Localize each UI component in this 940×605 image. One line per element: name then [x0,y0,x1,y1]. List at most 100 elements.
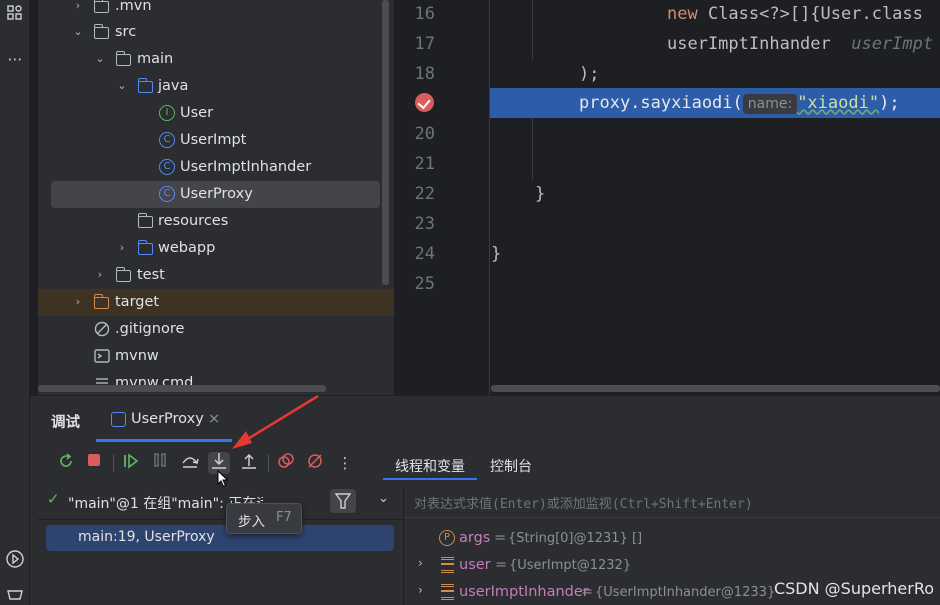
chevron-right-icon[interactable]: › [94,267,106,283]
class-icon: C [159,159,175,175]
variable-name: user [459,557,491,573]
run-config-icon [111,412,126,427]
tree-item-test[interactable]: › test [38,262,394,289]
chevron-right-icon[interactable]: › [116,240,128,256]
chevron-right-icon[interactable]: › [72,0,84,14]
tree-item-label: UserImpt [180,132,247,148]
tab-threads-variables[interactable]: 线程和变量 [395,456,465,476]
editor-horizontal-scrollbar[interactable] [491,385,940,392]
close-icon[interactable]: × [208,411,220,427]
line-number: 21 [414,154,435,174]
field-icon [441,584,454,600]
step-over-icon[interactable] [179,452,201,474]
tree-item-gitignore[interactable]: .gitignore [38,316,394,343]
mute-breakpoints-icon[interactable] [304,452,326,474]
tree-item-userimpt[interactable]: C UserImpt [38,127,394,154]
tree-item-label: .mvn [115,0,152,14]
variable-row-args[interactable]: P args = {String[0]@1231} [] [404,526,940,552]
variable-value: {UserImpt@1232} [509,558,632,573]
tree-item-userproxy[interactable]: C UserProxy [51,181,380,208]
toolbar-separator [113,454,114,472]
tree-item-label: target [115,294,160,310]
variable-row-user[interactable]: › user = {UserImpt@1232} [404,553,940,579]
structure-icon[interactable] [4,4,26,26]
debug-title: 调试 [51,415,80,431]
variable-value: {UserImptInhander@1233} [595,585,776,600]
code-text: userImptInhander [667,34,852,54]
tab-console[interactable]: 控制台 [490,456,532,476]
folder-icon [116,51,131,66]
evaluate-expression-field[interactable]: 对表达式求值(Enter)或添加监视(Ctrl+Shift+Enter) [404,486,940,518]
chevron-down-icon[interactable]: ⌄ [72,24,84,40]
tree-item-webapp[interactable]: › webapp [38,235,394,262]
line-number: 17 [414,34,435,54]
stop-icon[interactable] [83,452,105,474]
excluded-folder-icon [94,294,109,309]
tree-item-label: User [180,105,214,121]
toolbar-separator [268,454,269,472]
folder-icon [94,24,109,39]
variable-name: userImptInhander [459,584,589,600]
resume-icon[interactable] [120,452,142,474]
pause-icon[interactable] [149,452,171,474]
tree-item-mvn[interactable]: › .mvn [38,0,394,20]
services-icon[interactable] [4,585,26,605]
tree-item-user[interactable]: I User [38,100,394,127]
source-folder-icon [138,78,153,93]
indent-guide [532,0,533,60]
watermark: CSDN @SuperherRo [773,579,934,598]
inline-hint: userImpt [851,34,934,54]
chevron-down-icon[interactable]: ⌄ [94,51,106,67]
stack-frame-label: main:19, UserProxy [78,529,215,545]
step-out-icon[interactable] [238,452,260,474]
chevron-right-icon[interactable]: › [418,556,423,570]
tree-item-src[interactable]: ⌄ src [38,19,394,46]
code-line-16: new Class<?>[]{User.class [667,4,923,24]
chevron-down-icon[interactable]: ⌄ [116,78,128,94]
rerun-icon[interactable] [55,452,77,474]
tree-item-main[interactable]: ⌄ main [38,46,394,73]
chevron-right-icon[interactable]: › [418,583,423,597]
mouse-cursor-icon [217,470,229,488]
folder-icon [138,240,153,255]
run-icon[interactable] [4,549,26,571]
line-number: 16 [414,4,435,24]
ignore-file-icon [94,321,110,337]
thread-selector[interactable]: ✓ "main"@1 在组"main": 正在运行 ⌄ [38,486,403,520]
variable-name: args [459,530,491,546]
tree-item-target[interactable]: › target [38,289,394,316]
tree-item-resources[interactable]: resources [38,208,394,235]
tree-item-label: .gitignore [115,321,185,337]
tree-item-label: resources [158,213,229,229]
tooltip-shortcut: F7 [276,510,292,525]
tree-item-label: UserImptInhander [180,159,312,175]
stack-frame-row[interactable]: main:19, UserProxy [46,525,394,551]
tree-item-mvnw[interactable]: mvnw [38,343,394,370]
tree-item-label: UserProxy [180,186,253,202]
line-number: 22 [414,184,435,204]
tab-userproxy[interactable]: UserProxy [131,411,204,427]
runnable-class-icon: C [159,186,175,202]
filter-icon[interactable] [330,489,356,513]
keyword: new [667,4,698,24]
folder-icon [94,0,109,13]
view-breakpoints-icon[interactable] [275,452,297,474]
tree-item-label: main [137,51,174,67]
line-number: 18 [414,64,435,84]
code-line-19: proxy.sayxiaodi(name: "xiaodi"); [579,93,900,114]
chevron-right-icon[interactable]: › [72,294,84,310]
code-editor[interactable]: 16 17 18 20 21 22 23 24 25 new Class<?>[… [395,0,940,395]
project-tree: › .mvn ⌄ src ⌄ main ⌄ java I User C User… [38,0,394,395]
tree-item-userimptinhander[interactable]: C UserImptInhander [38,154,394,181]
parameter-hint: name: [742,94,798,114]
more-icon[interactable]: ⋯ [4,48,26,70]
code-line-24: } [491,244,502,264]
tree-item-java[interactable]: ⌄ java [38,73,394,100]
tree-horizontal-scrollbar[interactable] [38,385,326,392]
more-options-icon[interactable]: ⋮ [334,452,356,474]
variable-value: {String[0]@1231} [] [508,531,643,546]
tree-vertical-scrollbar[interactable] [382,0,389,285]
breakpoint-icon[interactable] [415,93,434,112]
shell-script-icon [94,348,110,364]
chevron-down-icon[interactable]: ⌄ [378,491,389,506]
